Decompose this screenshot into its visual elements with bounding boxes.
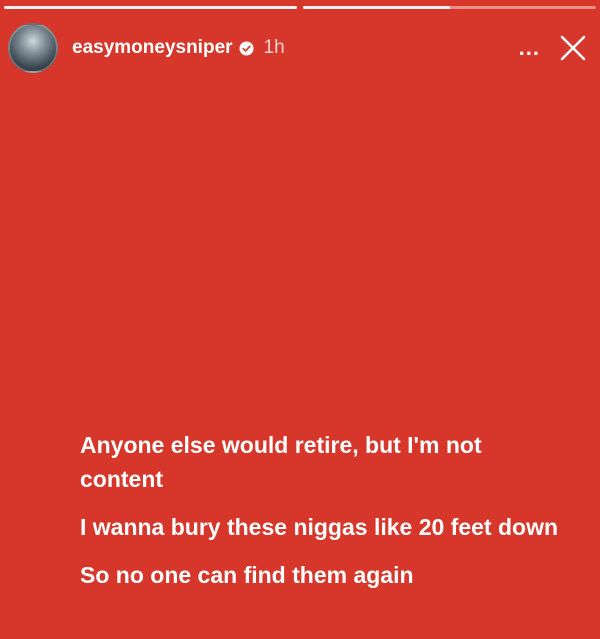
progress-segment-1 (4, 6, 297, 9)
progress-fill-1 (4, 6, 297, 9)
lyrics-text: Anyone else would retire, but I'm not co… (80, 428, 570, 606)
lyric-line: Anyone else would retire, but I'm not co… (80, 432, 482, 492)
more-options-button[interactable]: ... (519, 35, 540, 61)
close-icon[interactable] (558, 33, 588, 63)
progress-segment-2 (303, 6, 596, 9)
lyric-line: So no one can find them again (80, 562, 414, 588)
lyric-line: I wanna bury these niggas like 20 feet d… (80, 514, 559, 540)
story-header: easymoneysniper 1h ... (8, 20, 592, 76)
progress-fill-2 (303, 6, 450, 9)
story-progress-bar (4, 6, 596, 9)
timestamp: 1h (263, 37, 285, 58)
verified-badge-icon (239, 40, 254, 56)
username[interactable]: easymoneysniper (72, 37, 233, 59)
avatar[interactable] (8, 23, 58, 73)
